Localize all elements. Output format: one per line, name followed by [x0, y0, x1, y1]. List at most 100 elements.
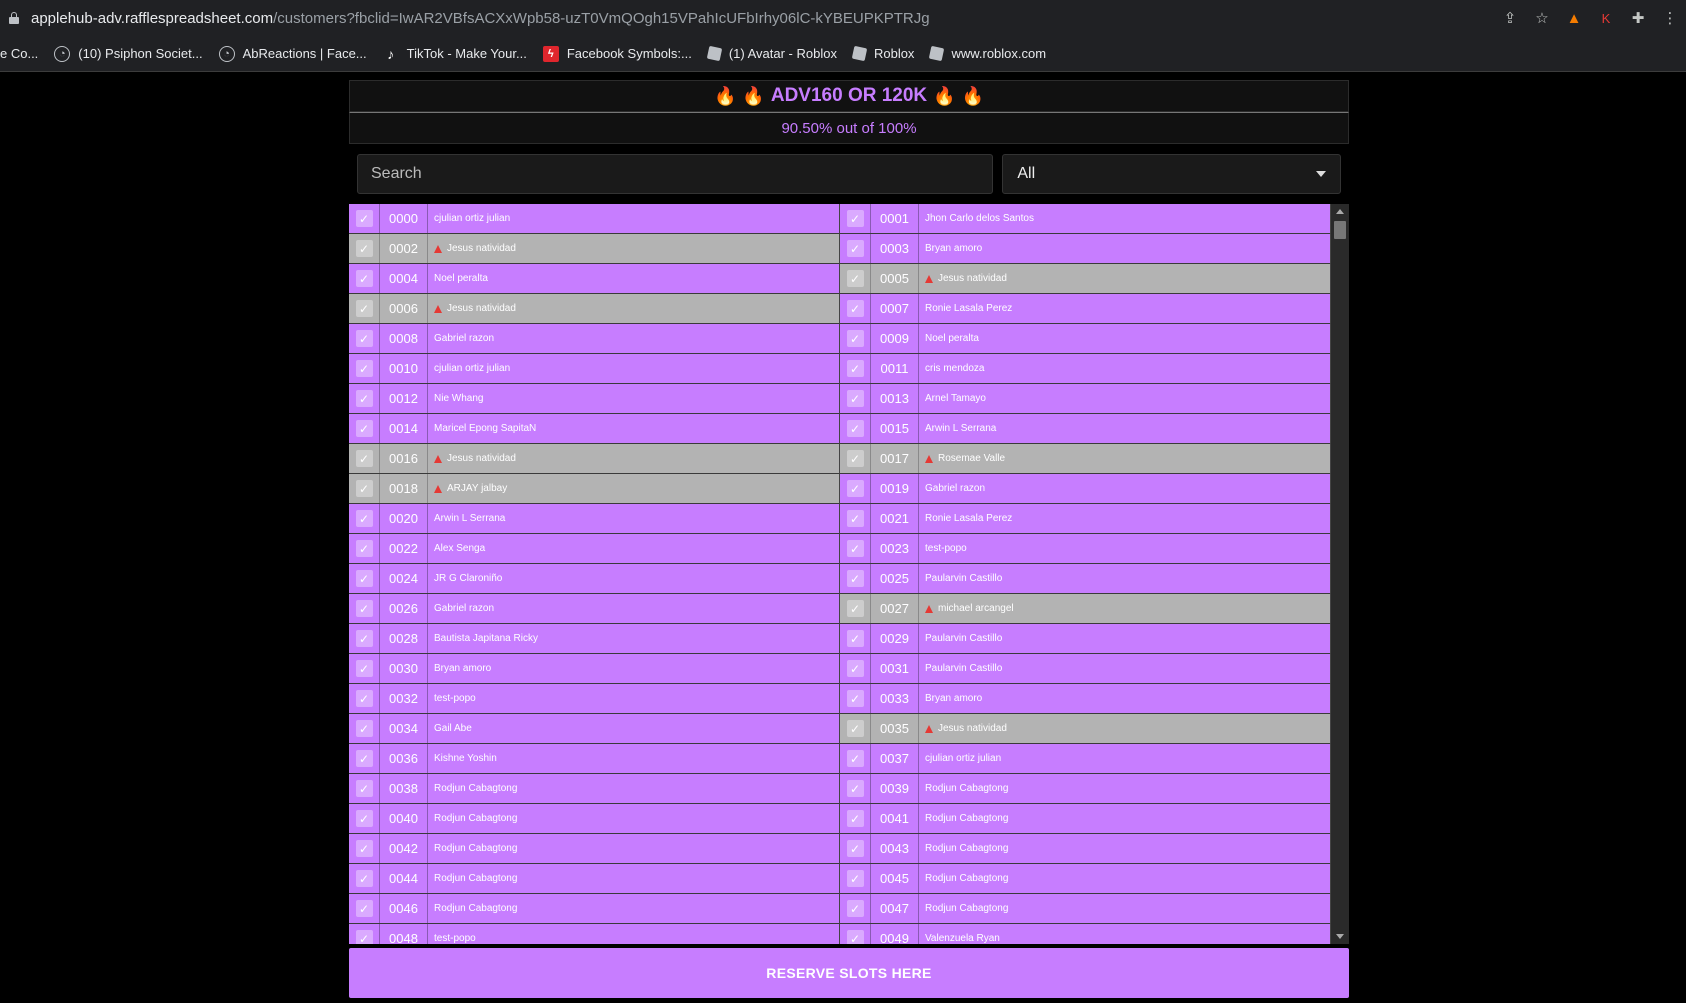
slot-row[interactable]: ✓ 0030 Bryan amoro — [349, 654, 840, 684]
scrollbar-thumb[interactable] — [1334, 221, 1346, 239]
slot-checkbox[interactable]: ✓ — [355, 570, 373, 587]
slot-checkbox[interactable]: ✓ — [846, 510, 864, 527]
slot-row[interactable]: ✓ 0018 ARJAY jalbay — [349, 474, 840, 504]
slot-row[interactable]: ✓ 0039 Rodjun Cabagtong — [840, 774, 1331, 804]
slot-row[interactable]: ✓ 0007 Ronie Lasala Perez — [840, 294, 1331, 324]
slot-checkbox[interactable]: ✓ — [846, 540, 864, 557]
slot-checkbox[interactable]: ✓ — [846, 690, 864, 707]
slot-row[interactable]: ✓ 0038 Rodjun Cabagtong — [349, 774, 840, 804]
status-filter-select[interactable]: All — [1002, 154, 1341, 194]
slot-row[interactable]: ✓ 0047 Rodjun Cabagtong — [840, 894, 1331, 924]
slot-row[interactable]: ✓ 0000 cjulian ortiz julian — [349, 204, 840, 234]
slot-checkbox[interactable]: ✓ — [355, 690, 373, 707]
slot-checkbox[interactable]: ✓ — [355, 810, 373, 827]
slot-row[interactable]: ✓ 0031 Paularvin Castillo — [840, 654, 1331, 684]
slot-checkbox[interactable]: ✓ — [355, 480, 373, 497]
slot-row[interactable]: ✓ 0014 Maricel Epong SapitaN — [349, 414, 840, 444]
slot-row[interactable]: ✓ 0042 Rodjun Cabagtong — [349, 834, 840, 864]
bookmark-item[interactable]: e Co... — [0, 46, 38, 61]
slot-row[interactable]: ✓ 0041 Rodjun Cabagtong — [840, 804, 1331, 834]
search-input[interactable] — [357, 154, 994, 194]
slot-row[interactable]: ✓ 0028 Bautista Japitana Ricky — [349, 624, 840, 654]
slot-row[interactable]: ✓ 0001 Jhon Carlo delos Santos — [840, 204, 1331, 234]
slot-checkbox[interactable]: ✓ — [355, 720, 373, 737]
slot-checkbox[interactable]: ✓ — [846, 870, 864, 887]
slot-checkbox[interactable]: ✓ — [355, 330, 373, 347]
slot-checkbox[interactable]: ✓ — [846, 930, 864, 944]
slot-checkbox[interactable]: ✓ — [846, 720, 864, 737]
slot-checkbox[interactable]: ✓ — [846, 330, 864, 347]
slot-row[interactable]: ✓ 0040 Rodjun Cabagtong — [349, 804, 840, 834]
star-icon[interactable]: ☆ — [1526, 9, 1558, 27]
slot-checkbox[interactable]: ✓ — [846, 900, 864, 917]
slot-checkbox[interactable]: ✓ — [355, 540, 373, 557]
slot-row[interactable]: ✓ 0010 cjulian ortiz julian — [349, 354, 840, 384]
slot-row[interactable]: ✓ 0019 Gabriel razon — [840, 474, 1331, 504]
slot-row[interactable]: ✓ 0022 Alex Senga — [349, 534, 840, 564]
slot-checkbox[interactable]: ✓ — [846, 270, 864, 287]
slot-row[interactable]: ✓ 0005 Jesus natividad — [840, 264, 1331, 294]
slot-checkbox[interactable]: ✓ — [846, 360, 864, 377]
slot-row[interactable]: ✓ 0024 JR G Claroniño — [349, 564, 840, 594]
slot-checkbox[interactable]: ✓ — [355, 450, 373, 467]
slot-row[interactable]: ✓ 0037 cjulian ortiz julian — [840, 744, 1331, 774]
slot-row[interactable]: ✓ 0017 Rosemae Valle — [840, 444, 1331, 474]
slot-row[interactable]: ✓ 0006 Jesus natividad — [349, 294, 840, 324]
bookmark-item[interactable]: (1) Avatar - Roblox — [706, 45, 837, 62]
slot-checkbox[interactable]: ✓ — [846, 600, 864, 617]
bookmark-item[interactable]: ϟ Facebook Symbols:... — [542, 45, 692, 62]
slot-checkbox[interactable]: ✓ — [355, 930, 373, 944]
slot-row[interactable]: ✓ 0034 Gail Abe — [349, 714, 840, 744]
reserve-slots-button[interactable]: RESERVE SLOTS HERE — [349, 948, 1349, 998]
slot-row[interactable]: ✓ 0033 Bryan amoro — [840, 684, 1331, 714]
bookmark-item[interactable]: Roblox — [851, 45, 914, 62]
slot-row[interactable]: ✓ 0011 cris mendoza — [840, 354, 1331, 384]
scroll-up-arrow-icon[interactable] — [1336, 209, 1344, 214]
slot-row[interactable]: ✓ 0043 Rodjun Cabagtong — [840, 834, 1331, 864]
scroll-down-arrow-icon[interactable] — [1336, 934, 1344, 939]
slot-checkbox[interactable]: ✓ — [846, 240, 864, 257]
bookmark-item[interactable]: ◔ (10) Psiphon Societ... — [54, 45, 203, 62]
slot-checkbox[interactable]: ✓ — [846, 630, 864, 647]
slot-checkbox[interactable]: ✓ — [355, 900, 373, 917]
menu-icon[interactable]: ⋮ — [1654, 9, 1686, 27]
slot-row[interactable]: ✓ 0025 Paularvin Castillo — [840, 564, 1331, 594]
slot-checkbox[interactable]: ✓ — [355, 360, 373, 377]
slot-checkbox[interactable]: ✓ — [355, 210, 373, 227]
slot-row[interactable]: ✓ 0008 Gabriel razon — [349, 324, 840, 354]
slot-row[interactable]: ✓ 0012 Nie Whang — [349, 384, 840, 414]
address-bar[interactable]: applehub-adv.rafflespreadsheet.com/custo… — [0, 0, 1686, 36]
slot-checkbox[interactable]: ✓ — [846, 300, 864, 317]
slot-row[interactable]: ✓ 0003 Bryan amoro — [840, 234, 1331, 264]
slot-checkbox[interactable]: ✓ — [846, 810, 864, 827]
slot-row[interactable]: ✓ 0009 Noel peralta — [840, 324, 1331, 354]
slot-checkbox[interactable]: ✓ — [355, 660, 373, 677]
slot-row[interactable]: ✓ 0048 test-popo — [349, 924, 840, 944]
slot-row[interactable]: ✓ 0035 Jesus natividad — [840, 714, 1331, 744]
slot-checkbox[interactable]: ✓ — [846, 390, 864, 407]
slots-list[interactable]: ✓ 0000 cjulian ortiz julian ✓ 0001 Jhon Carlo… — [349, 204, 1349, 944]
slot-checkbox[interactable]: ✓ — [846, 780, 864, 797]
slot-row[interactable]: ✓ 0027 michael arcangel — [840, 594, 1331, 624]
slot-row[interactable]: ✓ 0026 Gabriel razon — [349, 594, 840, 624]
slot-row[interactable]: ✓ 0020 Arwin L Serrana — [349, 504, 840, 534]
slot-checkbox[interactable]: ✓ — [355, 420, 373, 437]
slot-checkbox[interactable]: ✓ — [846, 660, 864, 677]
share-icon[interactable]: ⇪ — [1494, 9, 1526, 27]
slot-checkbox[interactable]: ✓ — [846, 570, 864, 587]
slot-checkbox[interactable]: ✓ — [355, 510, 373, 527]
slot-row[interactable]: ✓ 0032 test-popo — [349, 684, 840, 714]
slot-row[interactable]: ✓ 0044 Rodjun Cabagtong — [349, 864, 840, 894]
scrollbar[interactable] — [1331, 204, 1349, 944]
slot-checkbox[interactable]: ✓ — [355, 390, 373, 407]
extension-flame-icon[interactable]: ▲ — [1558, 10, 1590, 27]
slot-checkbox[interactable]: ✓ — [846, 210, 864, 227]
bookmark-item[interactable]: www.roblox.com — [929, 45, 1046, 62]
slot-checkbox[interactable]: ✓ — [846, 840, 864, 857]
slot-checkbox[interactable]: ✓ — [355, 630, 373, 647]
slot-row[interactable]: ✓ 0004 Noel peralta — [349, 264, 840, 294]
slot-row[interactable]: ✓ 0016 Jesus natividad — [349, 444, 840, 474]
slot-row[interactable]: ✓ 0036 Kishne Yoshin — [349, 744, 840, 774]
bookmark-item[interactable]: ♪ TikTok - Make Your... — [383, 46, 527, 62]
puzzle-icon[interactable]: ✚ — [1622, 9, 1654, 27]
